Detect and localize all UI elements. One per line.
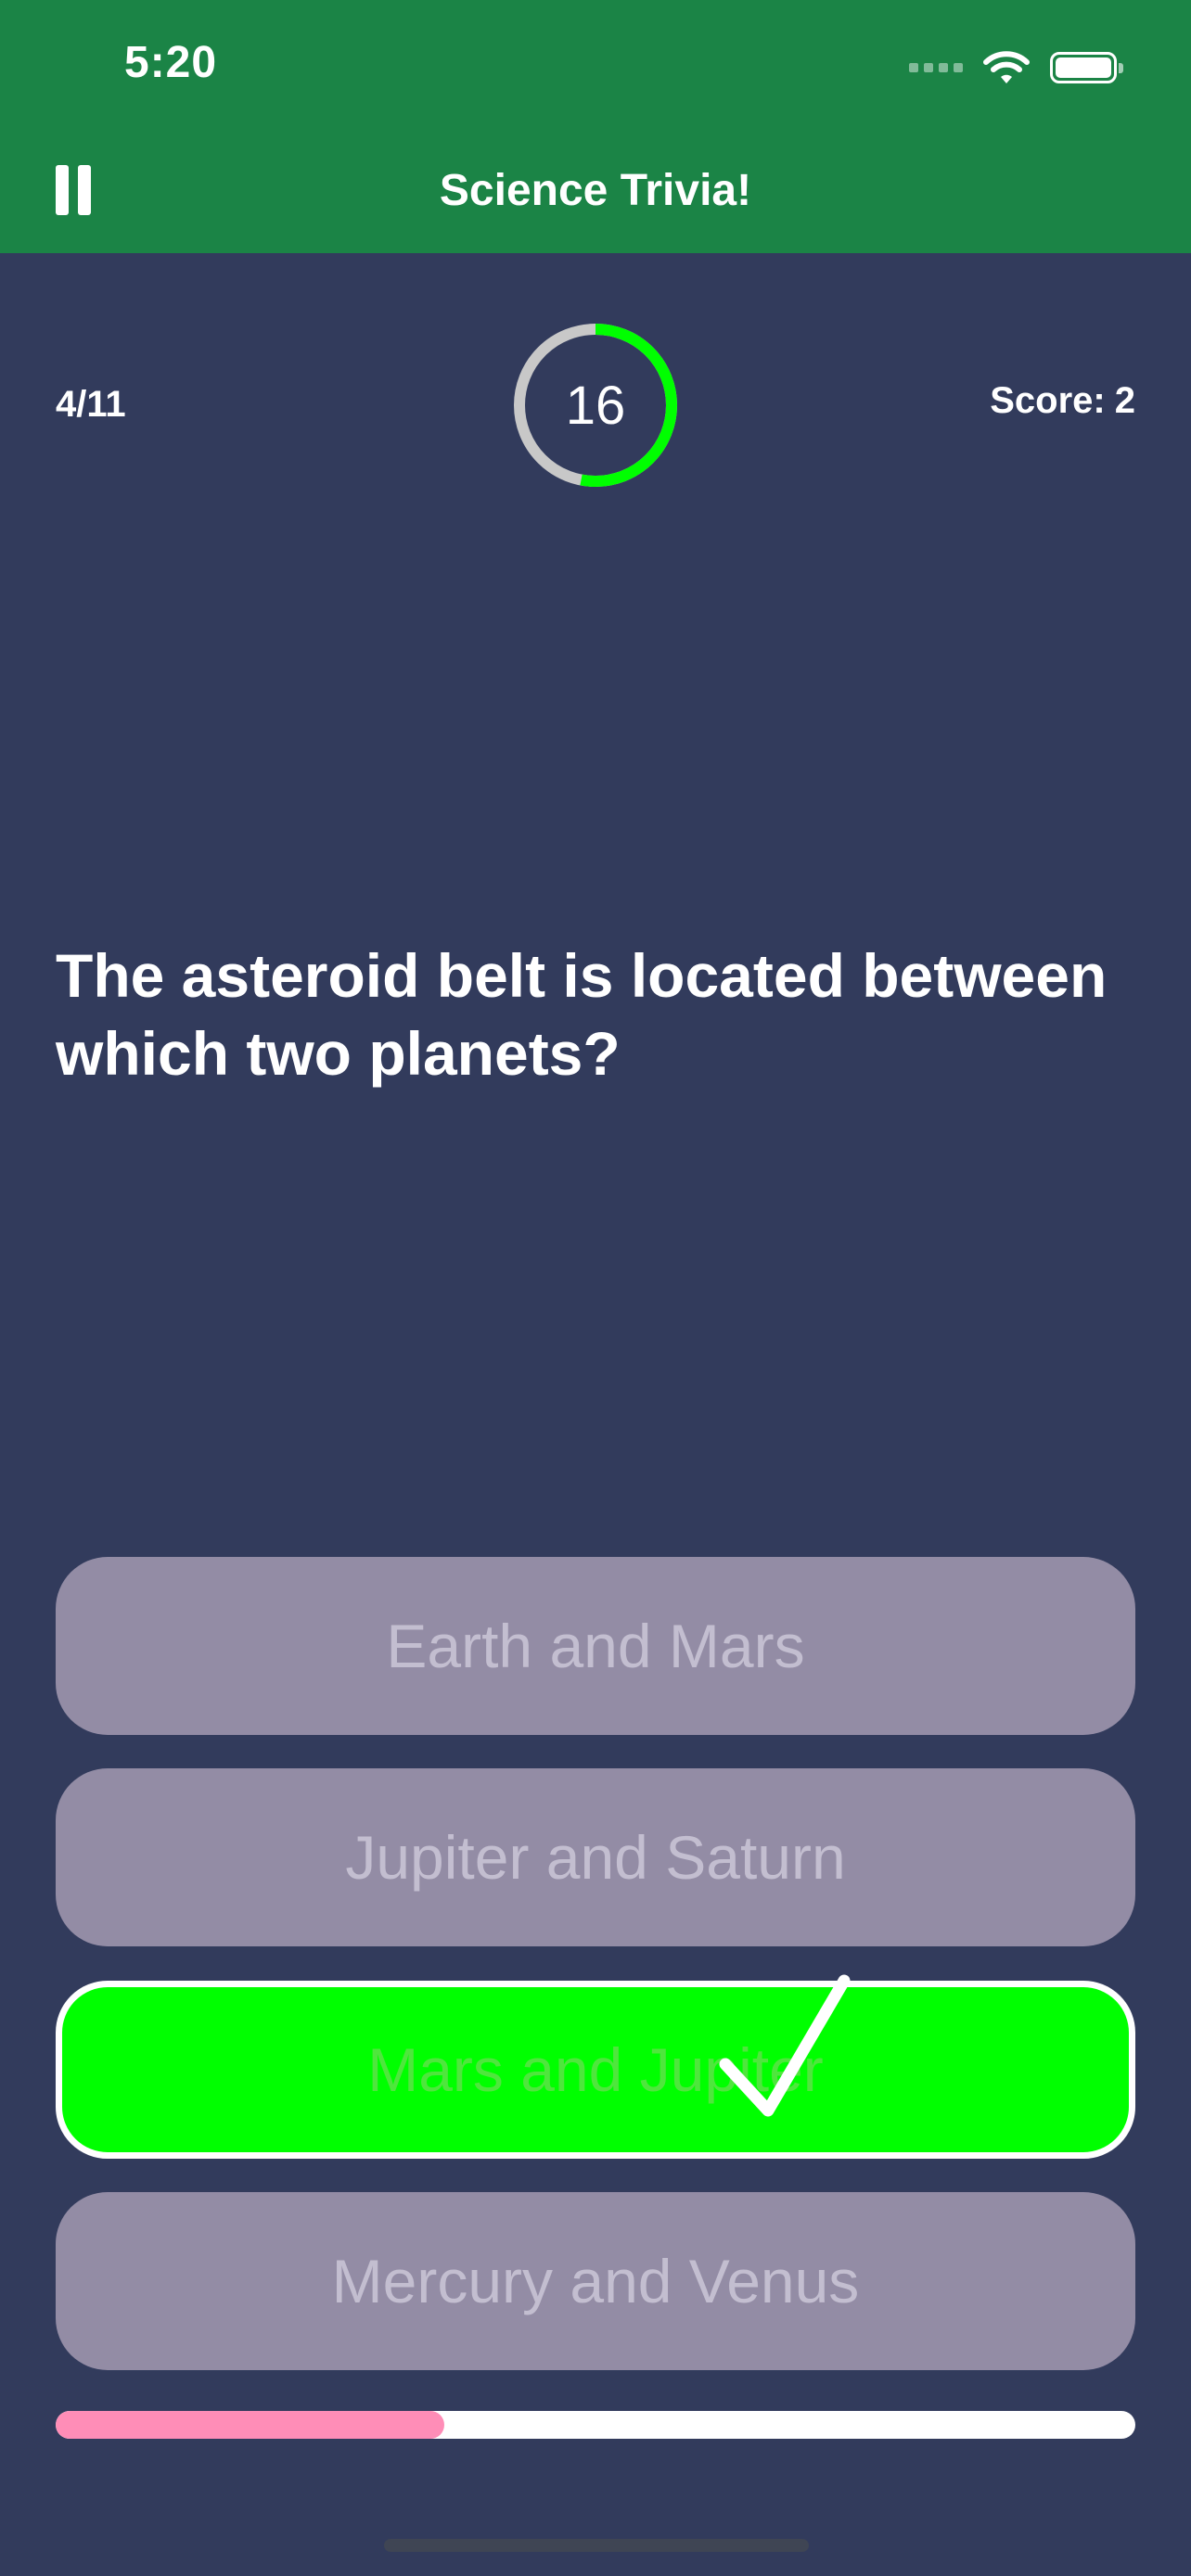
answer-label: Mercury and Venus: [331, 2247, 860, 2315]
answer-button-4[interactable]: Mercury and Venus: [56, 2192, 1135, 2370]
cellular-signal-icon: [909, 63, 963, 72]
quiz-progress-fill: [56, 2411, 445, 2439]
score-label: Score:: [990, 380, 1106, 421]
page-title: Science Trivia!: [439, 166, 752, 215]
app-header: 5:20 Science Trivia!: [0, 0, 1191, 253]
wifi-icon: [983, 51, 1030, 83]
home-indicator[interactable]: [384, 2539, 809, 2552]
checkmark-icon: [719, 1974, 851, 2117]
answer-button-3-correct[interactable]: Mars and Jupiter: [56, 1981, 1135, 2159]
answer-label: Jupiter and Saturn: [345, 1823, 846, 1892]
answer-button-2[interactable]: Jupiter and Saturn: [56, 1768, 1135, 1946]
score-value: 2: [1114, 380, 1135, 421]
battery-icon: [1050, 52, 1123, 83]
score-display: Score: 2: [990, 380, 1135, 422]
trivia-screen: 5:20 Science Trivia! 4/11 16 Score: 2 Th…: [0, 0, 1191, 2576]
answer-button-1[interactable]: Earth and Mars: [56, 1557, 1135, 1735]
countdown-timer: 16: [512, 322, 679, 489]
question-text: The asteroid belt is located between whi…: [56, 941, 1108, 1088]
quiz-progress-bar: [56, 2411, 1135, 2439]
status-time: 5:20: [124, 38, 218, 87]
status-icons: [909, 46, 1123, 89]
timer-value: 16: [565, 375, 626, 436]
answer-label: Earth and Mars: [386, 1612, 805, 1680]
question-counter: 4/11: [56, 384, 126, 425]
